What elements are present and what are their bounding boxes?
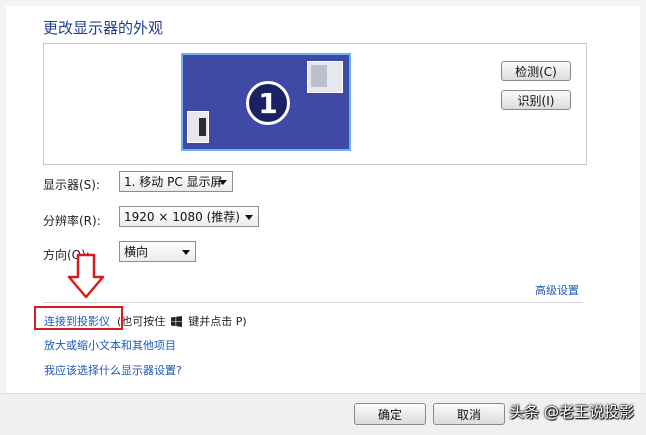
watermark: 头条 @老王说投影 [509, 403, 634, 421]
windows-logo-icon [171, 315, 183, 327]
display-select[interactable]: 1. 移动 PC 显示屏 [119, 171, 233, 192]
cancel-button[interactable]: 取消 [433, 403, 505, 425]
monitor-1-preview[interactable]: 1 [181, 53, 351, 151]
preview-window-thumbnail [187, 111, 209, 143]
display-preview-panel: 1 检测(C) 识别(I) [43, 43, 587, 165]
chevron-down-icon [182, 250, 190, 255]
connect-projector-hint: (也可按住 键并点击 P) [117, 313, 247, 329]
page-title: 更改显示器的外观 [43, 19, 164, 37]
which-settings-link[interactable]: 我应该选择什么显示器设置? [44, 362, 182, 378]
display-label: 显示器(S): [43, 178, 101, 192]
orientation-select-value: 横向 [124, 245, 149, 259]
resolution-select-value: 1920 × 1080 (推荐) [124, 210, 240, 224]
window-left-edge [0, 0, 6, 434]
chevron-down-icon [219, 180, 227, 185]
resolution-label: 分辨率(R): [43, 214, 101, 228]
window-top-edge [0, 0, 646, 6]
display-select-value: 1. 移动 PC 显示屏 [124, 175, 223, 189]
orientation-select[interactable]: 横向 [119, 241, 196, 262]
text-size-link[interactable]: 放大或缩小文本和其他项目 [44, 337, 176, 353]
divider [43, 302, 583, 303]
ok-button[interactable]: 确定 [354, 403, 426, 425]
identify-button[interactable]: 识别(I) [501, 90, 571, 110]
detect-button[interactable]: 检测(C) [501, 61, 571, 81]
preview-window-thumbnail [307, 61, 343, 93]
hint-prefix: (也可按住 [117, 315, 166, 328]
resolution-select[interactable]: 1920 × 1080 (推荐) [119, 206, 259, 227]
monitor-number-badge: 1 [246, 81, 290, 125]
window-right-edge [640, 0, 646, 434]
advanced-settings-link[interactable]: 高级设置 [535, 282, 579, 298]
hint-suffix: 键并点击 P) [188, 315, 247, 328]
down-arrow-icon [67, 253, 105, 299]
chevron-down-icon [245, 215, 253, 220]
annotation-highlight-box [34, 306, 123, 330]
